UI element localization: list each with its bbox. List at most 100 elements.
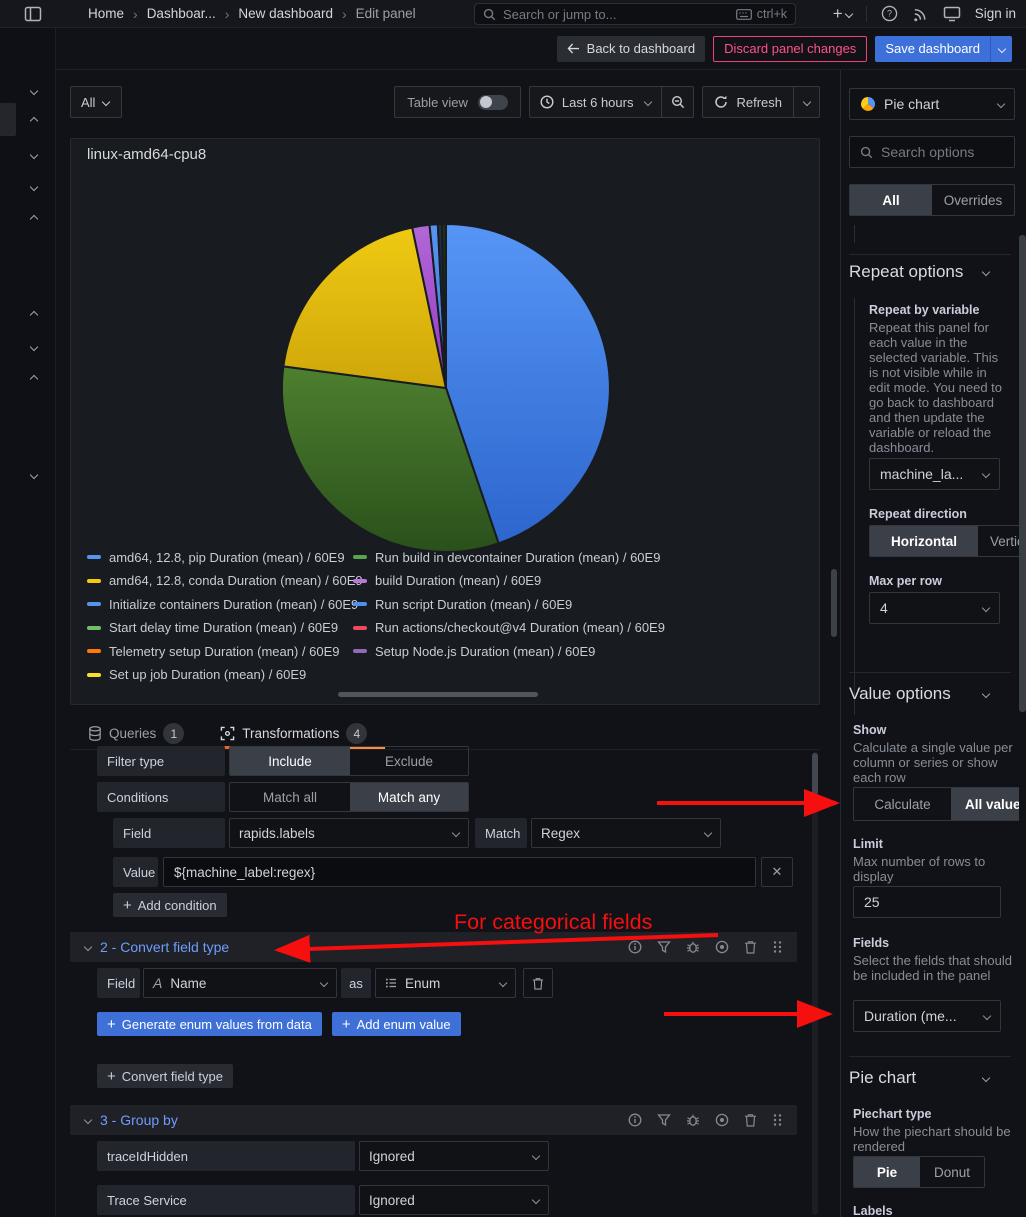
pie-chart-options-header[interactable]: Pie chart xyxy=(849,1068,1011,1088)
nav-chevron-up-icon[interactable] xyxy=(30,117,38,125)
add-enum-value-button[interactable]: +Add enum value xyxy=(332,1012,461,1036)
exclude-option[interactable]: Exclude xyxy=(350,747,468,775)
nav-chevron-down-icon[interactable] xyxy=(30,87,38,95)
section-title[interactable]: 3 - Group by xyxy=(100,1112,178,1128)
section-title[interactable]: 2 - Convert field type xyxy=(100,939,229,955)
edit-pane-scrollbar[interactable] xyxy=(831,569,837,637)
nav-chevron-down-icon[interactable] xyxy=(30,471,38,479)
info-icon[interactable] xyxy=(628,1113,642,1127)
time-zoom-out-button[interactable] xyxy=(662,86,694,118)
nav-chevron-up-icon[interactable] xyxy=(30,375,38,383)
match-any-option[interactable]: Match any xyxy=(350,783,468,811)
trash-icon[interactable] xyxy=(744,940,757,954)
legend-item[interactable]: Initialize containers Duration (mean) / … xyxy=(87,597,353,612)
sidebar-toggle-button[interactable] xyxy=(24,5,42,23)
scrollbar-thumb[interactable] xyxy=(812,753,818,795)
info-icon[interactable] xyxy=(628,940,642,954)
eye-icon[interactable] xyxy=(715,940,729,954)
limit-input[interactable]: 25 xyxy=(853,886,1001,918)
breadcrumb-home[interactable]: Home xyxy=(88,6,124,21)
template-variable-select[interactable]: All xyxy=(70,86,122,118)
match-all-option[interactable]: Match all xyxy=(230,783,350,811)
repeat-options-header[interactable]: Repeat options xyxy=(849,262,1011,282)
horizontal-option[interactable]: Horizontal xyxy=(870,526,978,556)
include-option[interactable]: Include xyxy=(230,747,350,775)
scrollbar-track[interactable] xyxy=(812,752,818,1215)
legend-item[interactable]: Set up job Duration (mean) / 60E9 xyxy=(87,667,353,682)
value-options-header[interactable]: Value options xyxy=(849,684,1011,704)
group-option-select[interactable]: Ignored xyxy=(359,1141,549,1171)
vertical-option[interactable]: Vertical xyxy=(978,526,1019,556)
legend-row: Start delay time Duration (mean) / 60E9R… xyxy=(87,620,805,636)
legend-item[interactable]: Run build in devcontainer Duration (mean… xyxy=(353,550,660,565)
add-convert-field-type-button[interactable]: +Convert field type xyxy=(97,1064,233,1088)
drag-handle-icon[interactable] xyxy=(772,1113,782,1127)
refresh-interval-menu-button[interactable] xyxy=(794,86,820,118)
donut-option[interactable]: Donut xyxy=(920,1157,984,1187)
nav-chevron-down-icon[interactable] xyxy=(30,151,38,159)
convert-type-select[interactable]: Enum xyxy=(375,968,516,998)
add-condition-button[interactable]: +Add condition xyxy=(113,893,227,917)
debug-bug-icon[interactable] xyxy=(686,1113,700,1127)
help-icon[interactable]: ? xyxy=(881,5,898,22)
condition-value-input[interactable]: ${machine_label:regex} xyxy=(163,857,756,887)
collapse-icon[interactable] xyxy=(84,943,92,951)
nav-chevron-down-icon[interactable] xyxy=(30,183,38,191)
display-icon[interactable] xyxy=(943,6,961,22)
eye-icon[interactable] xyxy=(715,1113,729,1127)
debug-bug-icon[interactable] xyxy=(686,940,700,954)
tab-overrides[interactable]: Overrides xyxy=(932,185,1014,215)
condition-match-select[interactable]: Regex xyxy=(531,818,721,848)
add-new-button[interactable]: + xyxy=(833,4,852,24)
breadcrumb-new-dashboard[interactable]: New dashboard xyxy=(238,6,333,21)
condition-field-select[interactable]: rapids.labels xyxy=(229,818,469,848)
legend-item[interactable]: build Duration (mean) / 60E9 xyxy=(353,573,541,588)
filter-icon[interactable] xyxy=(657,1113,671,1127)
table-view-toggle[interactable] xyxy=(478,95,508,110)
generate-enum-values-button[interactable]: +Generate enum values from data xyxy=(97,1012,322,1036)
legend-item[interactable]: Run actions/checkout@v4 Duration (mean) … xyxy=(353,620,665,635)
search-input[interactable]: Search or jump to... ctrl+k xyxy=(474,3,796,25)
tab-all[interactable]: All xyxy=(850,185,932,215)
options-scrollbar[interactable] xyxy=(1019,235,1026,712)
nav-chevron-up-icon[interactable] xyxy=(30,215,38,223)
discard-panel-changes-button[interactable]: Discard panel changes xyxy=(713,36,867,62)
collapse-icon[interactable] xyxy=(84,1116,92,1124)
all-values-option[interactable]: All values xyxy=(951,788,1019,820)
trash-icon[interactable] xyxy=(744,1113,757,1127)
as-label: as xyxy=(341,968,371,998)
save-dashboard-button[interactable]: Save dashboard xyxy=(875,36,990,62)
visualization-select[interactable]: Pie chart xyxy=(849,88,1015,120)
convert-field-select[interactable]: A Name xyxy=(143,968,337,998)
delete-conversion-button[interactable] xyxy=(523,968,553,998)
legend-item[interactable]: Telemetry setup Duration (mean) / 60E9 xyxy=(87,644,353,659)
horizontal-scrollbar[interactable] xyxy=(338,692,538,697)
legend-item[interactable]: Start delay time Duration (mean) / 60E9 xyxy=(87,620,353,635)
sign-in-button[interactable]: Sign in xyxy=(975,6,1016,21)
tab-transformations[interactable]: Transformations 4 xyxy=(202,718,385,749)
back-to-dashboard-button[interactable]: Back to dashboard xyxy=(557,36,705,62)
pie-option[interactable]: Pie xyxy=(854,1157,920,1187)
filter-icon[interactable] xyxy=(657,940,671,954)
calculate-option[interactable]: Calculate xyxy=(854,788,951,820)
legend-item[interactable]: Run script Duration (mean) / 60E9 xyxy=(353,597,572,612)
news-rss-icon[interactable] xyxy=(912,5,929,22)
drag-handle-icon[interactable] xyxy=(772,940,782,954)
fields-select[interactable]: Duration (me... xyxy=(853,1000,1001,1032)
legend-item[interactable]: amd64, 12.8, pip Duration (mean) / 60E9 xyxy=(87,550,353,565)
group-option-select[interactable]: Ignored xyxy=(359,1185,549,1215)
breadcrumb-dashboards[interactable]: Dashboar... xyxy=(147,6,216,21)
max-per-row-select[interactable]: 4 xyxy=(869,592,1000,624)
repeat-variable-select[interactable]: machine_la... xyxy=(869,458,1000,490)
search-options-input[interactable]: Search options xyxy=(849,136,1015,168)
labels-label: Labels xyxy=(853,1204,893,1217)
nav-chevron-up-icon[interactable] xyxy=(30,311,38,319)
time-range-picker[interactable]: Last 6 hours xyxy=(529,86,663,118)
remove-condition-button[interactable]: ✕ xyxy=(761,857,793,887)
save-dashboard-menu-button[interactable] xyxy=(990,36,1012,62)
refresh-button[interactable]: Refresh xyxy=(702,86,794,118)
legend-item[interactable]: amd64, 12.8, conda Duration (mean) / 60E… xyxy=(87,573,353,588)
legend-item[interactable]: Setup Node.js Duration (mean) / 60E9 xyxy=(353,644,595,659)
tab-queries[interactable]: Queries 1 xyxy=(70,718,202,749)
nav-chevron-down-icon[interactable] xyxy=(30,343,38,351)
